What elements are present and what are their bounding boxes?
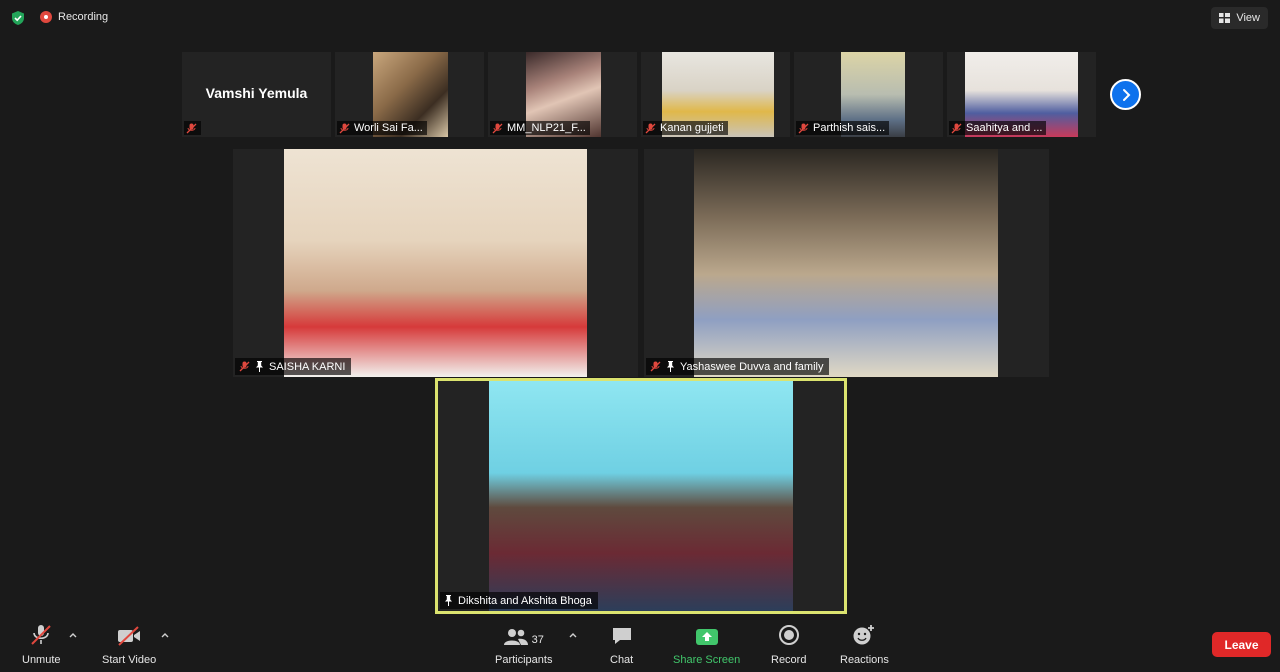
participant-thumbnail[interactable]: Parthish sais... [794,52,943,137]
participant-video [694,149,998,377]
shield-check-icon[interactable] [10,10,26,26]
participant-label: Worli Sai Fa... [337,121,427,135]
view-button[interactable]: View [1211,7,1268,29]
participant-label: Dikshita and Akshita Bhoga [440,592,598,609]
participant-name: MM_NLP21_F... [507,122,586,134]
unmute-label: Unmute [22,654,61,666]
mic-muted-icon [339,123,350,133]
mic-muted-icon [650,361,661,372]
participants-label: Participants [495,654,553,666]
chat-button[interactable]: Chat [610,624,633,666]
mic-muted-icon [31,625,51,645]
chevron-up-icon[interactable] [569,632,577,638]
record-button[interactable]: Record [771,624,806,666]
gallery-strip: Vamshi Yemula Worli Sai Fa... MM_NLP21_F… [182,52,1098,137]
participant-thumbnail[interactable]: Saahitya and ... [947,52,1096,137]
zoom-meeting-window: Recording View Vamshi Yemula Worli Sai F… [0,0,1280,672]
unmute-button[interactable]: Unmute [22,624,61,666]
chevron-up-icon[interactable] [69,632,77,638]
leave-button[interactable]: Leave [1212,632,1271,657]
share-screen-button[interactable]: Share Screen [673,624,740,666]
share-screen-icon [695,629,718,645]
participant-label: MM_NLP21_F... [490,121,590,135]
participant-label: Yashaswee Duvva and family [646,358,830,375]
participant-name: Dikshita and Akshita Bhoga [458,594,592,607]
reactions-button[interactable]: Reactions [840,624,889,666]
strip-next-button[interactable] [1110,79,1141,110]
recording-icon [40,11,52,23]
participant-thumbnail[interactable]: Vamshi Yemula [182,52,331,137]
participants-button[interactable]: 37 Participants [495,624,552,666]
reactions-label: Reactions [840,654,889,666]
mic-muted-icon [186,123,197,133]
reactions-icon [853,625,875,645]
pin-icon [256,361,263,372]
pin-icon [445,595,452,606]
record-icon [778,625,799,645]
participant-label: Saahitya and ... [949,121,1047,135]
participant-name: Yashaswee Duvva and family [680,360,824,373]
mic-muted-icon [951,123,962,133]
participant-label: Kanan gujjeti [643,121,728,135]
participant-label [184,121,201,135]
share-screen-label: Share Screen [673,654,741,666]
video-off-icon [118,626,141,646]
participant-name: Worli Sai Fa... [354,122,423,134]
participant-name: Saahitya and ... [966,122,1043,134]
mic-muted-icon [239,361,250,372]
record-label: Record [771,654,807,666]
start-video-button[interactable]: Start Video [102,624,156,666]
chat-icon [612,628,631,644]
start-video-label: Start Video [102,654,157,666]
participant-name: Kanan gujjeti [660,122,724,134]
chevron-up-icon[interactable] [161,632,169,638]
participant-label: SAISHA KARNI [235,358,352,375]
video-tile-dikshita[interactable]: Dikshita and Akshita Bhoga [435,378,847,614]
participant-thumbnail[interactable]: Worli Sai Fa... [335,52,484,137]
participants-icon [503,629,528,645]
participant-video [284,149,587,377]
pin-icon [667,361,674,372]
recording-indicator[interactable]: Recording [40,11,108,23]
mic-muted-icon [645,123,656,133]
participant-name: Parthish sais... [813,122,886,134]
mic-muted-icon [798,123,809,133]
participant-name: Vamshi Yemula [205,85,308,101]
mic-muted-icon [492,123,503,133]
participant-name: SAISHA KARNI [269,360,346,373]
video-tile-saisha[interactable]: SAISHA KARNI [233,149,638,377]
chat-label: Chat [610,654,634,666]
participants-count: 37 [531,634,544,646]
grid-view-icon [1219,13,1231,23]
participant-label: Parthish sais... [796,121,890,135]
video-tile-yashaswee[interactable]: Yashaswee Duvva and family [644,149,1049,377]
chevron-right-icon [1122,88,1130,101]
view-label: View [1236,12,1260,24]
participant-thumbnail[interactable]: MM_NLP21_F... [488,52,637,137]
recording-label: Recording [58,11,109,23]
participant-video [489,381,793,611]
meeting-toolbar: Unmute Start Video 37 Participants Chat … [0,614,1280,672]
participant-thumbnail[interactable]: Kanan gujjeti [641,52,790,137]
